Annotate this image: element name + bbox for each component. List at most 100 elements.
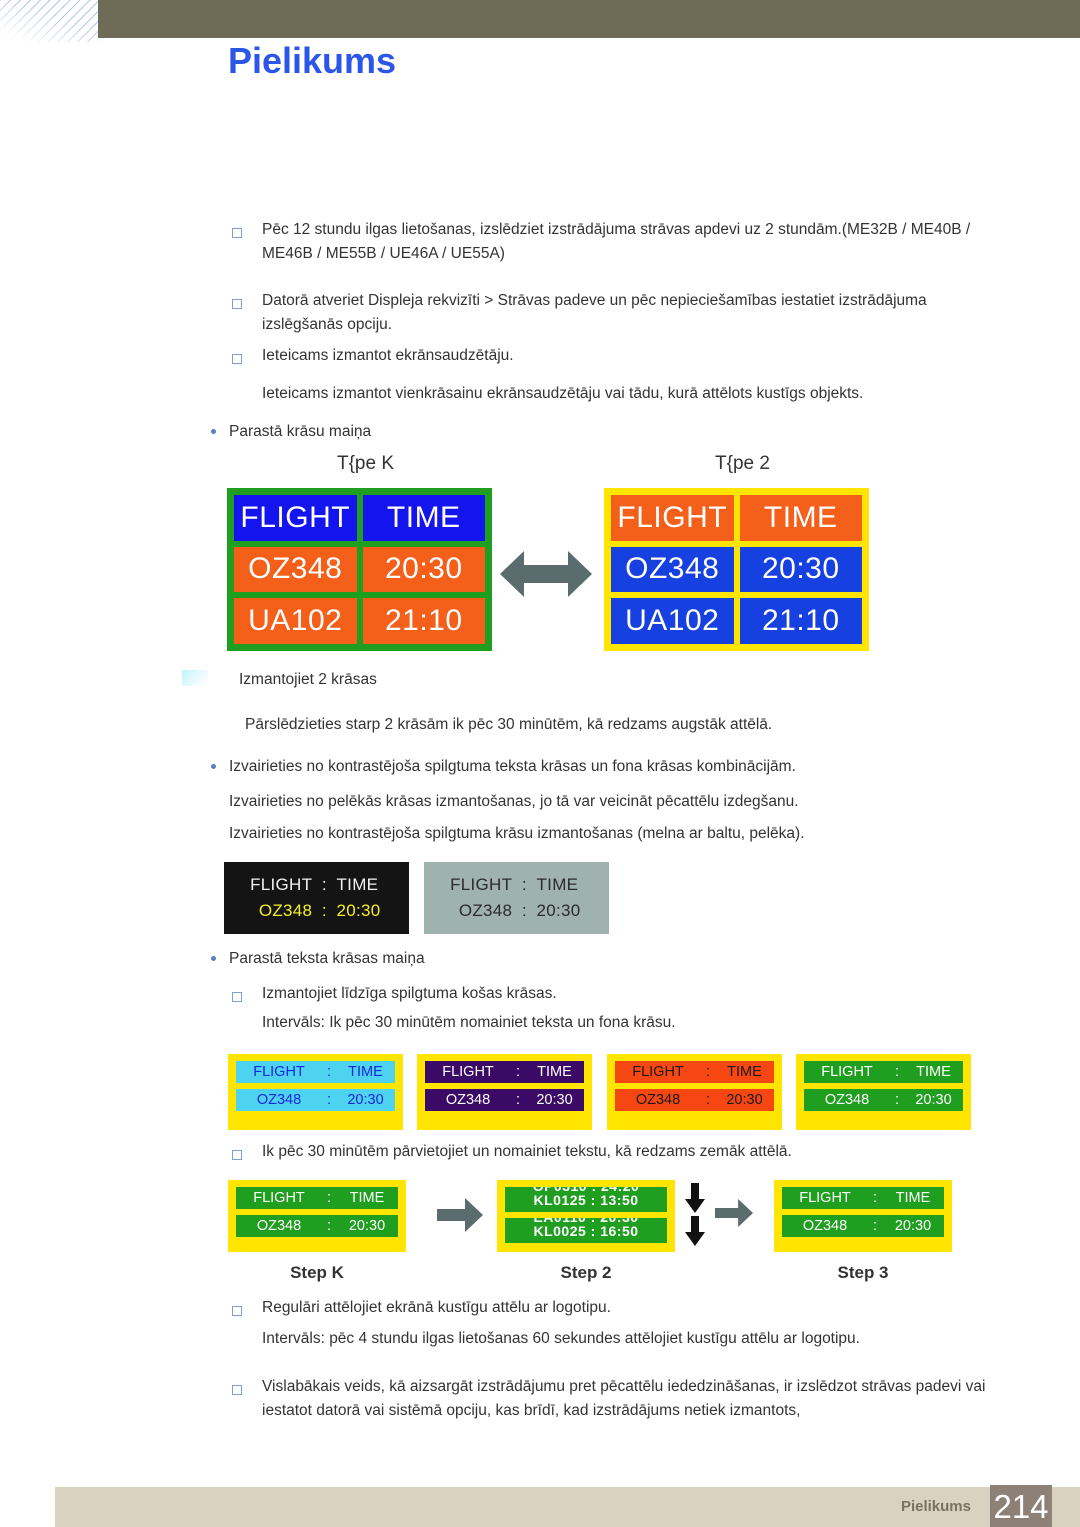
color-panel-cell: :	[515, 1092, 521, 1108]
contrast-panel-cell: OZ348	[458, 901, 513, 920]
body-text-15: Regulāri attēlojiet ekrānā kustīgu attēl…	[262, 1299, 611, 1316]
color-panel-cell: :	[872, 1218, 878, 1234]
footer-page-number: 214	[993, 1488, 1049, 1525]
color-panel-row: FLIGHT: TIME	[615, 1061, 774, 1083]
step-panel-1: FLIGHT: TIME OZ348:20:30	[228, 1180, 406, 1252]
color-panel-cell: 20:30	[726, 1092, 763, 1108]
color-panel-cell: :	[515, 1064, 521, 1080]
color-panel-cell: 20:30	[894, 1218, 932, 1234]
double-arrow-icon	[500, 545, 592, 608]
color-panel-cell: OZ348	[635, 1092, 681, 1108]
color-panel-row: OZ348:20:30	[782, 1215, 944, 1237]
body-text-5: Parastā krāsu maiņa	[229, 423, 372, 440]
step-label-3: Step 3	[837, 1263, 889, 1282]
board-cell: OZ348	[234, 546, 357, 593]
board-cell: 21:10	[362, 598, 485, 644]
flight-board-type-2: FLIGHT TIME OZ348 20:30 UA102 21:10	[604, 488, 869, 651]
header-bar	[98, 0, 1080, 38]
color-panel-row: OZ348:20:30	[615, 1089, 774, 1111]
color-panel-row: FLIGHT: TIME	[236, 1187, 398, 1209]
color-panel-cell: OZ348	[256, 1218, 302, 1234]
step-panel-3: FLIGHT: TIME OZ348:20:30	[774, 1180, 952, 1252]
color-panel-cell: FLIGHT	[253, 1064, 305, 1080]
body-text-2: Datorā atveriet Displeja rekvizīti > Str…	[262, 292, 927, 334]
bullet-square-icon	[232, 299, 242, 309]
contrast-panel-cell: FLIGHT	[450, 875, 513, 894]
color-panel-cell: :	[705, 1092, 711, 1108]
body-text-12: Izmantojiet līdzīga spilgtuma košas krās…	[262, 985, 557, 1002]
bullet-square-icon	[232, 1150, 242, 1160]
footer-label: Pielikums	[900, 1498, 971, 1515]
color-panel-cell: :	[326, 1064, 332, 1080]
body-text-6: Izmantojiet 2 krāsas	[239, 671, 377, 688]
contrast-panel-grey: FLIGHT: TIME OZ348:20:30	[424, 862, 609, 934]
scrolling-flight-text: KL0025 : 16:50	[533, 1223, 639, 1240]
color-panel-cell: OZ348	[824, 1092, 870, 1108]
body-text-7: Pārslēdzieties starp 2 krāsām ik pēc 30 …	[245, 716, 773, 733]
bullet-dot-icon	[211, 429, 216, 434]
body-text-4: Ieteicams izmantot vienkrāsainu ekrānsau…	[262, 385, 864, 402]
color-panel-row: OZ348:20:30	[425, 1089, 584, 1111]
body-text-11: Parastā teksta krāsas maiņa	[229, 950, 425, 967]
step-label-2: Step 2	[560, 1263, 612, 1282]
color-panel-cell: :	[326, 1190, 332, 1206]
scrolling-flight-row: EA0110 : 20:30KL0025 : 16:50	[505, 1218, 667, 1243]
contrast-panel-row: FLIGHT: TIME	[224, 872, 409, 898]
bullet-square-icon	[232, 1306, 242, 1316]
color-panel-cell: TIME	[895, 1190, 931, 1206]
color-panel-purple: FLIGHT: TIME OZ348:20:30	[417, 1054, 592, 1130]
color-panel-cell: FLIGHT	[253, 1190, 305, 1206]
board-cell: UA102	[611, 598, 734, 644]
body-text-10: Izvairieties no kontrastējoša spilgtuma …	[229, 825, 805, 842]
bullet-square-icon	[232, 992, 242, 1002]
bullet-cyan-icon	[182, 670, 208, 686]
board-left-label: T{pe K	[336, 453, 395, 474]
color-panel-row: FLIGHT: TIME	[804, 1061, 963, 1083]
down-arrow-icon-2	[685, 1216, 705, 1251]
bullet-dot-icon	[211, 956, 216, 961]
step-label-1: Step K	[290, 1263, 344, 1282]
color-panel-row: FLIGHT: TIME	[425, 1061, 584, 1083]
board-cell: 20:30	[739, 546, 862, 593]
bullet-square-icon	[232, 228, 242, 238]
contrast-panel-row: OZ348:20:30	[424, 898, 609, 924]
bullet-dot-icon	[211, 764, 216, 769]
step-panel-2: OP0310 : 24:20KL0125 : 13:50 EA0110 : 20:…	[497, 1180, 675, 1252]
color-panel-orange: FLIGHT: TIME OZ348:20:30	[607, 1054, 782, 1130]
board-cell: TIME	[362, 495, 485, 541]
board-cell: UA102	[234, 598, 357, 644]
contrast-panel-cell: :	[521, 875, 527, 894]
color-panel-cell: OZ348	[802, 1218, 848, 1234]
color-panel-cell: TIME	[727, 1064, 762, 1080]
body-text-14: Ik pēc 30 minūtēm pārvietojiet un nomain…	[262, 1143, 792, 1160]
color-panel-cell: TIME	[537, 1064, 572, 1080]
body-text-3: Ieteicams izmantot ekrānsaudzētāju.	[262, 347, 514, 364]
contrast-panel-cell: OZ348	[258, 901, 313, 920]
color-panel-cell: :	[872, 1190, 878, 1206]
color-panel-cell: FLIGHT	[821, 1064, 873, 1080]
color-panel-cell: FLIGHT	[632, 1064, 684, 1080]
color-panel-cell: :	[894, 1092, 900, 1108]
color-panel-cell: :	[705, 1064, 711, 1080]
contrast-panel-row: OZ348:20:30	[224, 898, 409, 924]
color-panel-cell: :	[894, 1064, 900, 1080]
color-panel-row: FLIGHT: TIME	[782, 1187, 944, 1209]
color-panel-cell: :	[326, 1218, 332, 1234]
down-arrow-icon-1	[685, 1183, 705, 1218]
body-text-16: Intervāls: pēc 4 stundu ilgas lietošanas…	[262, 1330, 860, 1347]
board-cell: FLIGHT	[611, 495, 734, 541]
contrast-panel-cell: TIME	[536, 875, 579, 894]
body-text-8: Izvairieties no kontrastējoša spilgtuma …	[229, 758, 796, 775]
board-cell: FLIGHT	[234, 495, 357, 541]
color-panel-row: OZ348:20:30	[236, 1089, 395, 1111]
right-arrow-icon-1	[437, 1198, 483, 1237]
color-panel-cyan: FLIGHT: TIME OZ348:20:30	[228, 1054, 403, 1130]
color-panel-cell: TIME	[916, 1064, 951, 1080]
color-panel-cell: TIME	[349, 1190, 385, 1206]
color-panel-cell: FLIGHT	[442, 1064, 494, 1080]
scrolling-flight-row: OP0310 : 24:20KL0125 : 13:50	[505, 1187, 667, 1212]
color-panel-cell: 20:30	[536, 1092, 573, 1108]
color-panel-cell: OZ348	[256, 1092, 302, 1108]
body-text-17: Vislabākais veids, kā aizsargāt izstrādā…	[262, 1378, 986, 1420]
board-right-label: T{pe 2	[715, 453, 770, 474]
